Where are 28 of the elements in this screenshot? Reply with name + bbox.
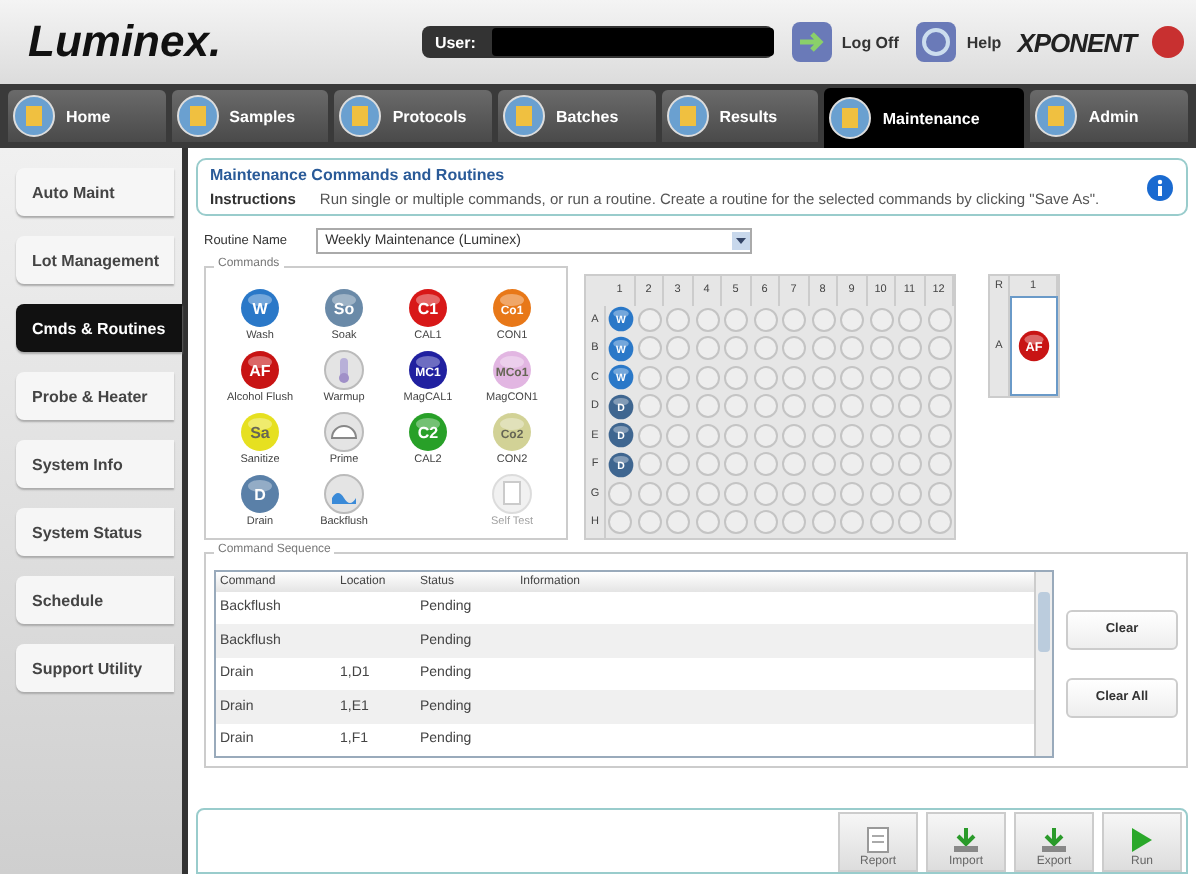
nav-tab[interactable]: Samples bbox=[171, 90, 329, 142]
log-off-button[interactable]: Log Off bbox=[789, 20, 899, 64]
xponent-logo: XPONENT bbox=[1017, 27, 1137, 57]
nav-tab[interactable]: Results bbox=[661, 90, 819, 142]
command-badge: C2 bbox=[408, 412, 448, 452]
nav-tab[interactable]: Batches bbox=[498, 90, 656, 142]
sidebar-item[interactable]: System Info bbox=[16, 440, 174, 488]
command-badge: D bbox=[240, 474, 280, 514]
sidebar-item[interactable]: Probe & Heater bbox=[16, 372, 174, 420]
nav-tab[interactable]: Protocols bbox=[334, 90, 493, 142]
sidebar-item[interactable]: Auto Maint bbox=[16, 168, 174, 216]
command-badge: So bbox=[324, 288, 364, 328]
nav-tab[interactable]: Admin bbox=[1030, 90, 1189, 142]
command-badge: C1 bbox=[408, 288, 448, 328]
sidebar-item[interactable]: Lot Management bbox=[16, 236, 174, 284]
command-badge: Sa bbox=[240, 412, 280, 452]
sidebar-item[interactable]: Support Utility bbox=[16, 644, 174, 692]
sidebar-item[interactable]: Cmds & Routines bbox=[16, 304, 182, 352]
sidebar-item[interactable]: Schedule bbox=[16, 576, 174, 624]
command-badge: AF bbox=[240, 350, 280, 390]
nav-tab[interactable]: Maintenance bbox=[824, 88, 1025, 148]
page-title: Maintenance Commands and Routines bbox=[210, 166, 507, 184]
help-button[interactable]: Help bbox=[914, 20, 1002, 64]
command-badge: W bbox=[240, 288, 280, 328]
luminex-logo: Luminex. bbox=[28, 16, 224, 68]
sidebar-item[interactable]: System Status bbox=[16, 508, 174, 556]
user-label: User: bbox=[434, 33, 476, 51]
nav-tab[interactable]: Home bbox=[8, 90, 166, 142]
